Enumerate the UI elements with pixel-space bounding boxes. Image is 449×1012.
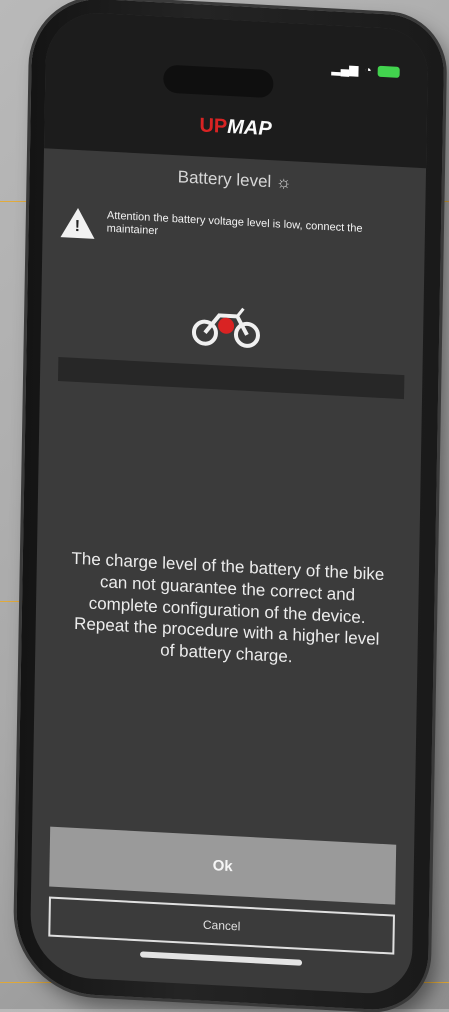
phone-frame: ▂▄▆ ◔ UPMAP Battery level ☼ ! Attention …: [15, 0, 445, 1012]
warning-text: Attention the battery voltage level is l…: [106, 209, 363, 238]
app-logo: UPMAP: [44, 106, 426, 149]
sun-icon: ☼: [275, 172, 292, 193]
status-bar: ▂▄▆ ◔: [331, 61, 400, 79]
motorcycle-icon: [191, 307, 260, 348]
battery-level-bar: [57, 357, 405, 400]
logo-text-up: UP: [199, 114, 228, 138]
battery-icon: [377, 65, 400, 78]
home-indicator[interactable]: [140, 951, 303, 966]
logo-text-map: MAP: [227, 115, 272, 141]
battery-level-value: [58, 361, 404, 379]
camera-island: [163, 64, 274, 99]
ok-button[interactable]: Ok: [49, 826, 397, 905]
warning-icon: !: [60, 207, 96, 239]
page-title-text: Battery level: [177, 167, 272, 192]
signal-icon: ▂▄▆: [331, 61, 359, 77]
app-bar: ▂▄▆ ◔ UPMAP: [44, 10, 429, 169]
warning-banner: ! Attention the battery voltage level is…: [60, 207, 408, 255]
page-title: Battery level ☼: [43, 160, 425, 200]
info-message: The charge level of the battery of the b…: [53, 547, 401, 674]
phone-screen: ▂▄▆ ◔ UPMAP Battery level ☼ ! Attention …: [29, 10, 429, 996]
wifi-icon: ◔: [364, 63, 372, 78]
cancel-button[interactable]: Cancel: [48, 896, 395, 955]
